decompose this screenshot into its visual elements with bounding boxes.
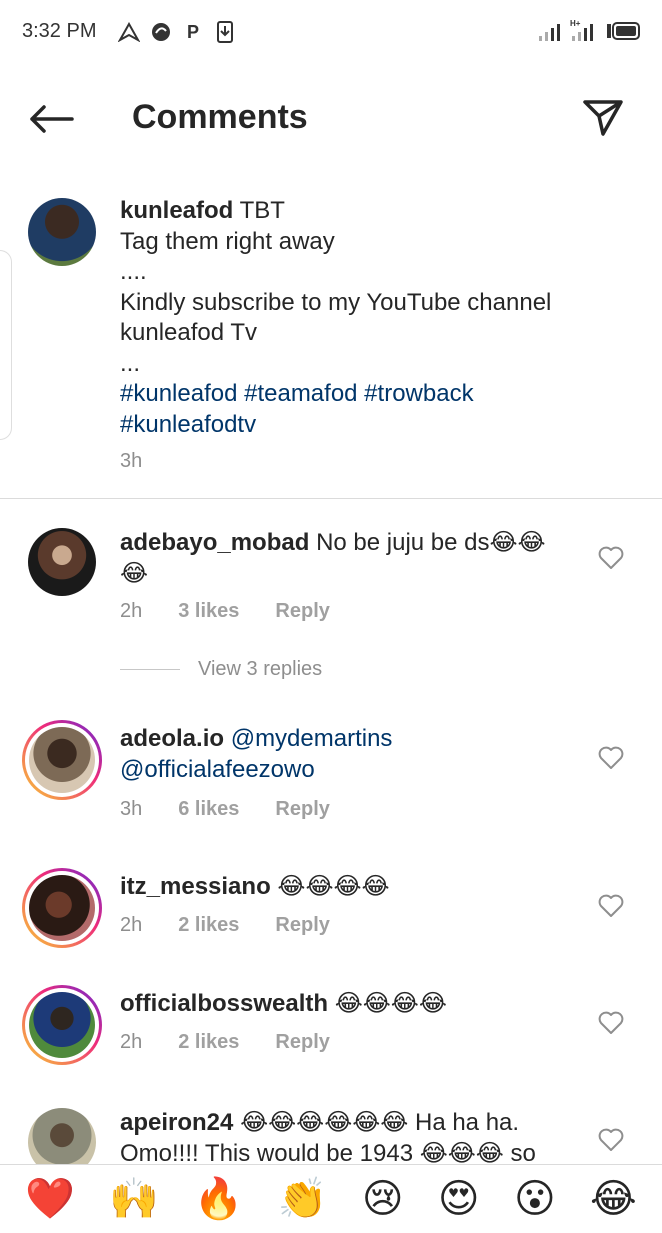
parking-icon: P [186,21,199,42]
like-button[interactable] [596,892,626,920]
reply-button[interactable]: Reply [275,600,329,623]
navigation-icon [118,20,140,44]
post-caption: kunleafod TBT Tag them right away .... K… [0,186,662,498]
comment-message: 😂 [120,559,149,587]
comment-timestamp: 2h [120,914,143,936]
comment-message: 😂😂😂😂 [277,873,390,900]
like-button[interactable] [596,744,626,772]
comment-message: No be juju be ds😂😂 [316,529,546,556]
heart-icon [598,1128,624,1151]
status-system-icons: H+ [538,18,640,42]
likes-count[interactable]: 2 likes [178,914,239,937]
avatar [29,875,95,941]
like-button[interactable] [596,1126,626,1154]
comment-username[interactable]: adeola.io [120,725,224,752]
like-button[interactable] [596,1009,626,1037]
avatar[interactable] [28,198,96,266]
caption-hashtags[interactable]: #kunleafodtv [120,410,620,441]
signal-h-icon: H+ [570,19,593,41]
comment-message: 😂😂😂😂 [334,990,447,1017]
comment-message: 😂😂😂😂😂😂 Ha ha ha. [240,1109,520,1136]
heart-icon [598,546,624,569]
caption-line: Tag them right away [120,227,335,255]
reply-button[interactable]: Reply [275,1031,329,1054]
avatar [29,727,95,793]
view-replies-label: View 3 replies [198,658,323,680]
caption-line: .... [120,258,147,285]
likes-count[interactable]: 3 likes [178,600,239,623]
emoji-raised-hands-button[interactable]: 🙌 [109,1177,159,1221]
comment-meta: 2h 3 likes Reply [120,600,330,623]
caption-username[interactable]: kunleafod [120,197,233,224]
mention[interactable]: @mydemartins [231,725,393,752]
heart-icon [598,746,624,769]
emoji-fire-button[interactable]: 🔥 [194,1177,244,1221]
story-ring[interactable] [22,720,102,800]
reply-button[interactable]: Reply [275,798,329,821]
avatar[interactable] [28,528,96,596]
likes-count[interactable]: 2 likes [178,1031,239,1054]
svg-text:H+: H+ [570,19,581,28]
status-time: 3:32 PM [22,20,97,42]
comments-header: Comments [0,66,662,170]
caption-hashtags[interactable]: #kunleafod #teamafod #trowback [120,379,620,410]
battery-icon [607,22,640,40]
comment-text: adeola.io @mydemartins @officialafeezowo [120,724,590,785]
arrow-left-icon [30,105,74,133]
reply-button[interactable]: Reply [275,914,329,937]
comment-text: itz_messiano 😂😂😂😂 [120,872,590,903]
emoji-surprised-button[interactable]: 😮 [514,1177,556,1221]
side-card [0,250,12,440]
send-icon [583,100,623,136]
signal-icon [539,24,560,41]
caption-timestamp: 3h [120,450,143,472]
comment-username[interactable]: adebayo_mobad [120,529,309,556]
status-bar: 3:32 PM P H+ [0,0,662,66]
comment-timestamp: 2h [120,600,143,622]
avatar [29,992,95,1058]
download-icon [214,20,236,44]
caption-line: ... [120,349,141,377]
caption-line: TBT [239,197,285,224]
mention[interactable]: @officialafeezowo [120,755,590,786]
emoji-heart-eyes-button[interactable]: 😍 [438,1177,480,1221]
caption-text: kunleafod TBT Tag them right away .... K… [120,196,620,440]
back-button[interactable] [26,96,76,142]
view-replies-button[interactable]: View 3 replies [120,658,322,681]
caption-line: Kindly subscribe to my YouTube channel [120,288,552,316]
comment-text: adebayo_mobad No be juju be ds😂😂 😂 [120,528,590,589]
emoji-reaction-bar: ❤️ 🙌 🔥 👏 😢 😍 😮 😂 [0,1164,662,1233]
emoji-clap-button[interactable]: 👏 [278,1177,328,1221]
heart-icon [598,894,624,917]
comment-meta: 2h 2 likes Reply [120,1031,330,1054]
comment-meta: 2h 2 likes Reply [120,914,330,937]
likes-count[interactable]: 6 likes [178,798,239,821]
heart-icon [598,1011,624,1034]
caption-line: kunleafod Tv [120,319,257,346]
hand-icon [150,20,172,44]
replies-line [120,669,180,670]
comment-text: apeiron24 😂😂😂😂😂😂 Ha ha ha. Omo!!!! This … [120,1108,590,1169]
story-ring[interactable] [22,985,102,1065]
comment-text: officialbosswealth 😂😂😂😂 [120,989,590,1020]
comment-username[interactable]: apeiron24 [120,1109,233,1136]
emoji-laughing-button[interactable]: 😂 [590,1177,637,1221]
comment-username[interactable]: officialbosswealth [120,990,328,1017]
comment-username[interactable]: itz_messiano [120,873,271,900]
story-ring[interactable] [22,868,102,948]
comment-timestamp: 2h [120,1031,143,1053]
emoji-heart-button[interactable]: ❤️ [25,1177,75,1221]
status-notification-icons: P [118,20,236,44]
share-button[interactable] [578,94,628,140]
comment-timestamp: 3h [120,798,143,820]
divider [0,498,662,499]
comment-meta: 3h 6 likes Reply [120,798,330,821]
emoji-crying-button[interactable]: 😢 [362,1177,404,1221]
like-button[interactable] [596,544,626,572]
page-title: Comments [132,98,308,136]
